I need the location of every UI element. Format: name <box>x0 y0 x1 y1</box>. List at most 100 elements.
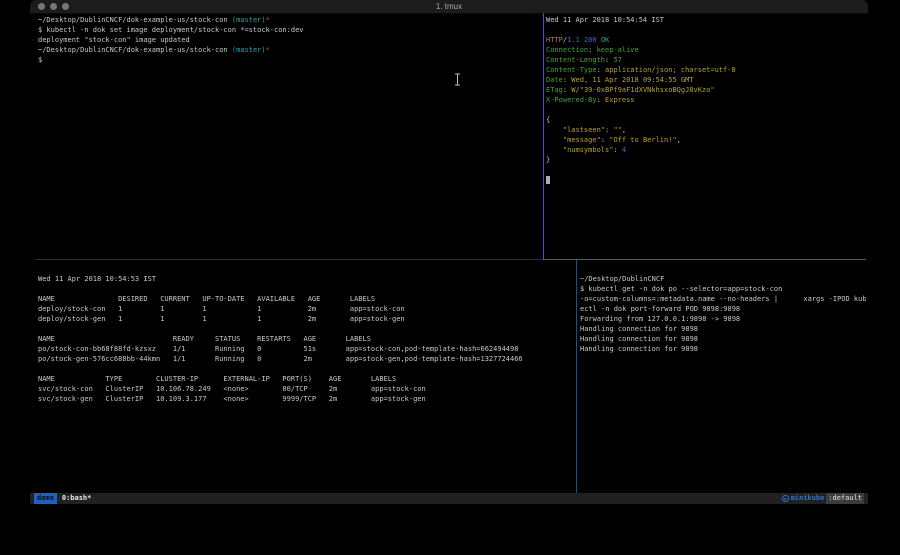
pane-port-forward[interactable]: ~/Desktop/DublinCNCF$ kubectl get -n dok… <box>580 274 866 489</box>
text-segment: NAME DESIRED CURRENT UP-TO-DATE AVAILABL… <box>38 295 375 303</box>
terminal-line: deploy/stock-con 1 1 1 1 2m app=stock-co… <box>38 304 543 314</box>
terminal-line: Connection: keep-alive <box>546 45 864 55</box>
text-segment: "" <box>613 126 621 134</box>
terminal-line: Content-Length: 57 <box>546 55 864 65</box>
text-segment <box>546 136 563 144</box>
terminal-line: -o=custom-columns=:metadata.name --no-he… <box>580 294 866 304</box>
terminal-line: deployment "stock-con" image updated <box>38 35 538 45</box>
text-segment <box>546 176 550 184</box>
text-segment: -o=custom-columns=:metadata.name --no-he… <box>580 295 866 303</box>
text-segment: * <box>266 16 270 24</box>
text-segment: ~/Desktop/DublinCNCF/dok-example-us/stoc… <box>38 46 232 54</box>
text-segment: deploy/stock-con 1 1 1 1 2m app=stock-co… <box>38 305 405 313</box>
terminal-line: Forwarding from 127.0.0.1:9898 -> 9898 <box>580 314 866 324</box>
terminal-line: "lastseen": "", <box>546 125 864 135</box>
terminal-line: } <box>546 155 864 165</box>
terminal-line: ectl -n dok port-forward POD 9898:9898 <box>580 304 866 314</box>
terminal-line: Wed 11 Apr 2018 10:54:53 IST <box>38 274 543 284</box>
text-segment: Handling connection for 9898 <box>580 335 698 343</box>
terminal-line <box>38 284 543 294</box>
pane-shell-set-image[interactable]: ~/Desktop/DublinCNCF/dok-example-us/stoc… <box>38 15 538 255</box>
text-segment: "lastseen" <box>563 126 605 134</box>
tmux-status-bar: demo 0:bash* minikube :default <box>30 493 868 504</box>
terminal-line: ~/Desktop/DublinCNCF/dok-example-us/stoc… <box>38 15 538 25</box>
text-segment: svc/stock-con ClusterIP 10.106.78.249 <n… <box>38 385 426 393</box>
terminal-line: deploy/stock-gen 1 1 1 1 2m app=stock-ge… <box>38 314 543 324</box>
terminal-line <box>546 25 864 35</box>
text-segment: X-Powered-By <box>546 96 597 104</box>
kube-status: minikube :default <box>782 493 864 504</box>
text-segment: "message" <box>563 136 601 144</box>
text-segment: Handling connection for 9898 <box>580 325 698 333</box>
terminal-line <box>546 175 864 185</box>
text-segment: keep-alive <box>597 46 639 54</box>
terminal-line: po/stock-gen-576cc688bb-44kmn 1/1 Runnin… <box>38 354 543 364</box>
terminal-line: po/stock-con-bb68f88fd-kzsxz 1/1 Running… <box>38 344 543 354</box>
mouse-cursor-ibeam <box>454 73 461 86</box>
text-segment: HTTP <box>546 36 563 44</box>
pane-divider-vertical-bottom[interactable] <box>576 260 577 493</box>
terminal-line <box>546 165 864 175</box>
text-segment: Content-Type <box>546 66 597 74</box>
text-segment: Wed 11 Apr 2018 10:54:53 IST <box>38 275 156 283</box>
terminal-line: NAME DESIRED CURRENT UP-TO-DATE AVAILABL… <box>38 294 543 304</box>
text-segment: * <box>266 46 270 54</box>
minimize-button[interactable] <box>50 3 57 10</box>
text-segment: W/"39-0xBPf9aF1dXVNkhsxoBQgJ8vKzo" <box>571 86 714 94</box>
text-segment: po/stock-gen-576cc688bb-44kmn 1/1 Runnin… <box>38 355 523 363</box>
text-segment: Forwarding from 127.0.0.1:9898 -> 9898 <box>580 315 740 323</box>
kubernetes-wheel-icon <box>782 495 789 502</box>
tmux-session-badge[interactable]: demo <box>34 493 57 504</box>
terminal-line: NAME TYPE CLUSTER-IP EXTERNAL-IP PORT(S)… <box>38 374 543 384</box>
terminal-window: 1. tmux ~/Desktop/DublinCNCF/dok-example… <box>30 0 868 506</box>
terminal-line: ~/Desktop/DublinCNCF <box>580 274 866 284</box>
pane-divider-vertical-top[interactable] <box>543 13 544 260</box>
text-segment: (master) <box>232 46 266 54</box>
pane-divider-horizontal-left[interactable] <box>35 259 543 260</box>
text-segment: : <box>613 146 621 154</box>
text-segment: "Off to Berlin!" <box>609 136 676 144</box>
text-segment: (master) <box>232 16 266 24</box>
text-segment: Content-Length <box>546 56 605 64</box>
text-segment: svc/stock-gen ClusterIP 10.109.3.177 <no… <box>38 395 426 403</box>
text-segment: : <box>588 46 596 54</box>
text-segment: 4 <box>622 146 626 154</box>
text-segment: : <box>597 66 605 74</box>
text-segment: 200 <box>584 36 597 44</box>
terminal-line: $ kubectl get -n dok po --selector=app=s… <box>580 284 866 294</box>
terminal-line: Handling connection for 9898 <box>580 334 866 344</box>
terminal-line: Handling connection for 9898 <box>580 324 866 334</box>
terminal-line: Handling connection for 9898 <box>580 344 866 354</box>
terminal-line: X-Powered-By: Express <box>546 95 864 105</box>
text-segment: po/stock-con-bb68f88fd-kzsxz 1/1 Running… <box>38 345 518 353</box>
window-title: 1. tmux <box>30 0 868 13</box>
text-segment: Wed 11 Apr 2018 10:54:54 IST <box>546 16 664 24</box>
text-segment: $ <box>38 56 42 64</box>
terminal-line: NAME READY STATUS RESTARTS AGE LABELS <box>38 334 543 344</box>
terminal-line: "message": "Off to Berlin!", <box>546 135 864 145</box>
terminal-line <box>38 364 543 374</box>
terminal-line: svc/stock-gen ClusterIP 10.109.3.177 <no… <box>38 394 543 404</box>
kube-context-label: minikube <box>791 493 825 504</box>
kube-namespace-label: :default <box>826 493 864 504</box>
text-segment <box>546 146 563 154</box>
text-segment: ectl -n dok port-forward POD 9898:9898 <box>580 305 740 313</box>
text-segment: deploy/stock-gen 1 1 1 1 2m app=stock-ge… <box>38 315 405 323</box>
pane-http-response[interactable]: Wed 11 Apr 2018 10:54:54 ISTHTTP/1.1 200… <box>546 15 864 255</box>
text-segment: NAME TYPE CLUSTER-IP EXTERNAL-IP PORT(S)… <box>38 375 396 383</box>
pane-kubectl-get[interactable]: Wed 11 Apr 2018 10:54:53 IST NAME DESIRED… <box>38 274 543 489</box>
terminal-line: svc/stock-con ClusterIP 10.106.78.249 <n… <box>38 384 543 394</box>
zoom-button[interactable] <box>62 3 69 10</box>
text-segment: ~/Desktop/DublinCNCF <box>580 275 664 283</box>
pane-divider-horizontal-right[interactable] <box>543 259 866 260</box>
text-segment: Express <box>605 96 635 104</box>
window-titlebar[interactable]: 1. tmux <box>30 0 868 14</box>
text-segment: Connection <box>546 46 588 54</box>
tmux-window-label[interactable]: 0:bash* <box>62 493 92 504</box>
text-segment: "numsymbols" <box>563 146 614 154</box>
close-button[interactable] <box>38 3 45 10</box>
text-segment: ETag <box>546 86 563 94</box>
terminal-line: Content-Type: application/json; charset=… <box>546 65 864 75</box>
text-segment: application/json; charset=utf-8 <box>605 66 736 74</box>
terminal-line <box>546 105 864 115</box>
